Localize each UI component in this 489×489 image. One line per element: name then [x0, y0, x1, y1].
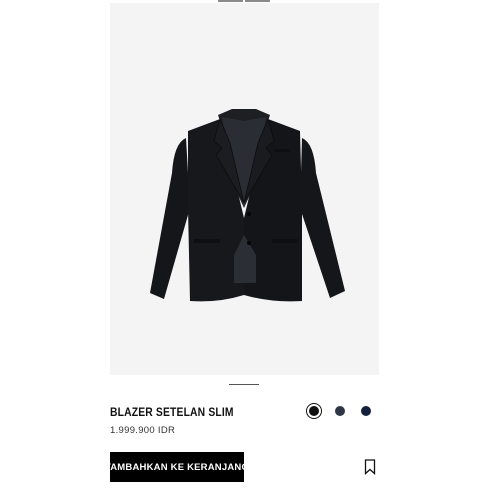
product-image[interactable]	[110, 3, 379, 375]
bookmark-icon[interactable]	[364, 459, 376, 475]
blazer-left-sleeve	[150, 138, 190, 299]
blazer-photo	[150, 109, 345, 302]
blazer-pocket	[272, 239, 298, 243]
carousel-top-indicator-segment	[218, 0, 243, 2]
add-to-cart-button[interactable]: TAMBAHKAN KE KERANJANG	[105, 452, 249, 482]
image-pager[interactable]	[229, 384, 259, 385]
carousel-top-indicator	[218, 0, 270, 2]
blazer-pocket	[194, 239, 220, 243]
color-swatch-charcoal-navy[interactable]	[332, 403, 348, 419]
blazer-chest-pocket	[274, 149, 290, 152]
blazer-button	[247, 241, 251, 245]
color-dot	[361, 406, 371, 416]
blazer-right-sleeve	[300, 138, 345, 298]
product-name: BLAZER SETELAN SLIM	[110, 405, 234, 419]
product-price: 1.999.900 IDR	[110, 425, 176, 436]
color-dot	[335, 406, 345, 416]
color-swatch-navy[interactable]	[358, 403, 374, 419]
color-dot	[309, 406, 319, 416]
carousel-top-indicator-segment	[245, 0, 270, 2]
color-swatches	[306, 403, 384, 419]
blazer-button	[247, 212, 251, 216]
color-swatch-black[interactable]	[306, 403, 322, 419]
